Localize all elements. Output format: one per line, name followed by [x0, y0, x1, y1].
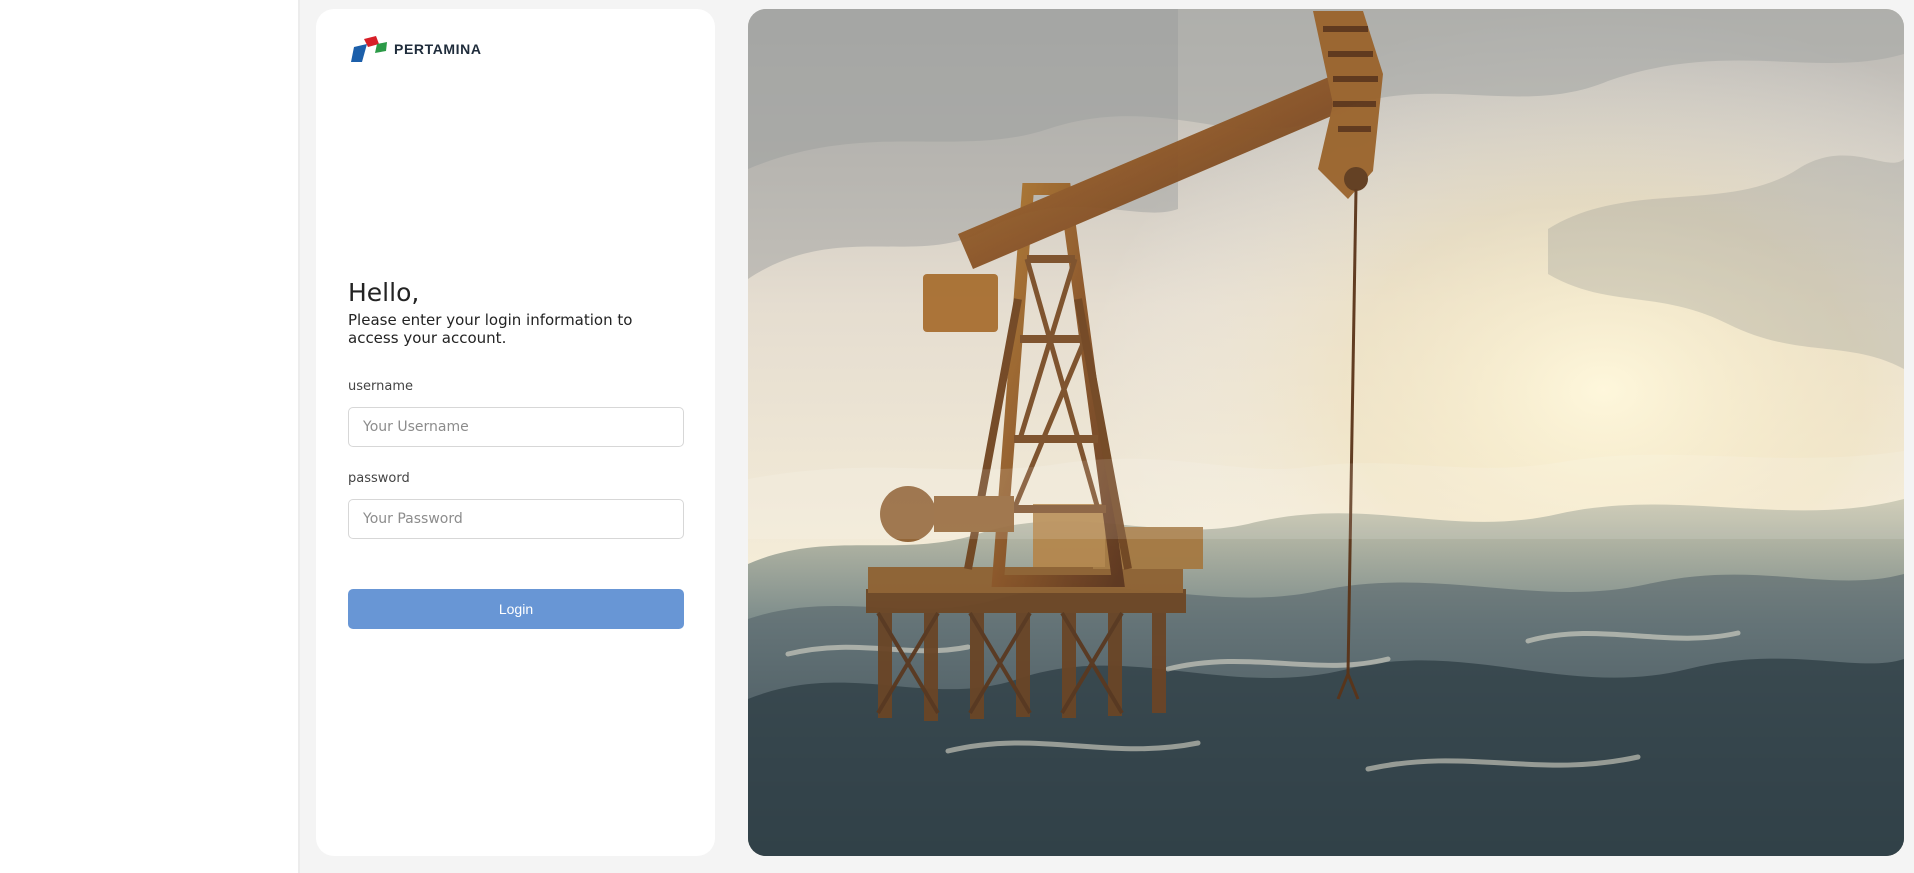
hero-image	[748, 9, 1904, 856]
login-card: PERTAMINA Hello, Please enter your login…	[316, 9, 715, 856]
username-input[interactable]	[348, 407, 684, 447]
pertamina-logo-icon	[351, 36, 387, 62]
greeting-title: Hello,	[348, 278, 420, 307]
oil-rig-illustration	[748, 9, 1904, 856]
left-blank-panel	[0, 0, 300, 873]
brand-name: PERTAMINA	[394, 41, 482, 57]
password-label: password	[348, 471, 410, 486]
greeting: Hello, Please enter your login informati…	[348, 279, 678, 348]
greeting-subtitle: Please enter your login information to a…	[348, 310, 633, 348]
brand: PERTAMINA	[350, 35, 482, 63]
login-button[interactable]: Login	[348, 589, 684, 629]
username-label: username	[348, 379, 413, 394]
password-input[interactable]	[348, 499, 684, 539]
